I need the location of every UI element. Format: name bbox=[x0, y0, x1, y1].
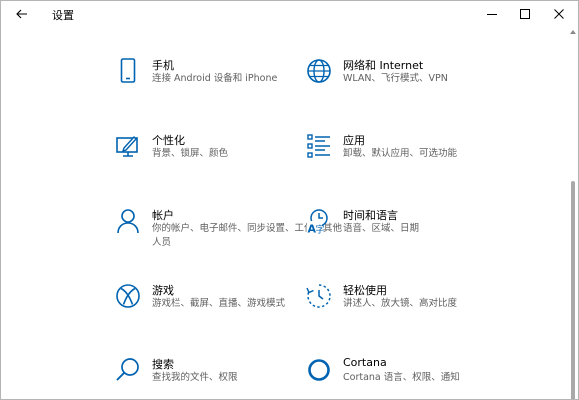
personalization-icon bbox=[114, 132, 142, 160]
tile-network-internet[interactable]: 网络和 Internet WLAN、飞行模式、VPN bbox=[305, 57, 525, 107]
tile-phone[interactable]: 手机 连接 Android 设备和 iPhone bbox=[114, 57, 334, 107]
tile-search[interactable]: 搜索 查找我的文件、权限 bbox=[114, 356, 334, 399]
ease-of-access-icon bbox=[305, 282, 333, 310]
tile-description: 语音、区域、日期 bbox=[343, 223, 420, 234]
tile-apps[interactable]: 应用 卸载、默认应用、可选功能 bbox=[305, 132, 525, 182]
tile-title: 轻松使用 bbox=[343, 284, 387, 297]
xbox-icon bbox=[114, 282, 142, 310]
apps-list-icon bbox=[305, 132, 333, 160]
tile-accounts[interactable]: 帐户 你的帐户、电子邮件、同步设置、工作、其他人员 bbox=[114, 207, 342, 257]
tile-description: Cortana 语言、权限、通知 bbox=[343, 372, 460, 383]
tile-title: 个性化 bbox=[152, 134, 185, 147]
settings-category-grid: 手机 连接 Android 设备和 iPhone 网络和 Internet WL… bbox=[1, 1, 566, 399]
tile-description: WLAN、飞行模式、VPN bbox=[343, 73, 448, 84]
time-language-icon: A 字 bbox=[305, 207, 333, 235]
tile-personalization[interactable]: 个性化 背景、锁屏、颜色 bbox=[114, 132, 334, 182]
tile-description: 讲述人、放大镜、高对比度 bbox=[343, 298, 458, 309]
tile-title: 时间和语言 bbox=[343, 209, 398, 222]
phone-icon bbox=[114, 57, 142, 85]
tile-title: 游戏 bbox=[152, 284, 174, 297]
search-icon bbox=[114, 356, 142, 384]
globe-icon bbox=[305, 57, 333, 85]
tile-cortana[interactable]: Cortana Cortana 语言、权限、通知 bbox=[305, 356, 525, 399]
svg-text:字: 字 bbox=[316, 224, 325, 235]
settings-window: 设置 手机 连接 Android 设备和 iPhone 网络和 Internet… bbox=[0, 0, 579, 400]
tile-title: 帐户 bbox=[152, 209, 174, 222]
vertical-scrollbar[interactable] bbox=[569, 27, 577, 399]
tile-time-language[interactable]: A 字 时间和语言 语音、区域、日期 bbox=[305, 207, 525, 257]
tile-title: 搜索 bbox=[152, 358, 174, 371]
cortana-icon bbox=[305, 356, 333, 384]
scroll-up-icon[interactable] bbox=[570, 29, 576, 35]
tile-title: 网络和 Internet bbox=[343, 59, 424, 72]
tile-ease-of-access[interactable]: 轻松使用 讲述人、放大镜、高对比度 bbox=[305, 282, 525, 332]
tile-title: 手机 bbox=[152, 59, 174, 72]
tile-title: Cortana bbox=[343, 356, 387, 369]
tile-gaming[interactable]: 游戏 游戏栏、截屏、直播、游戏模式 bbox=[114, 282, 334, 332]
tile-description: 卸载、默认应用、可选功能 bbox=[343, 148, 458, 159]
scroll-thumb[interactable] bbox=[571, 181, 575, 399]
tile-title: 应用 bbox=[343, 134, 365, 147]
person-icon bbox=[114, 207, 142, 235]
